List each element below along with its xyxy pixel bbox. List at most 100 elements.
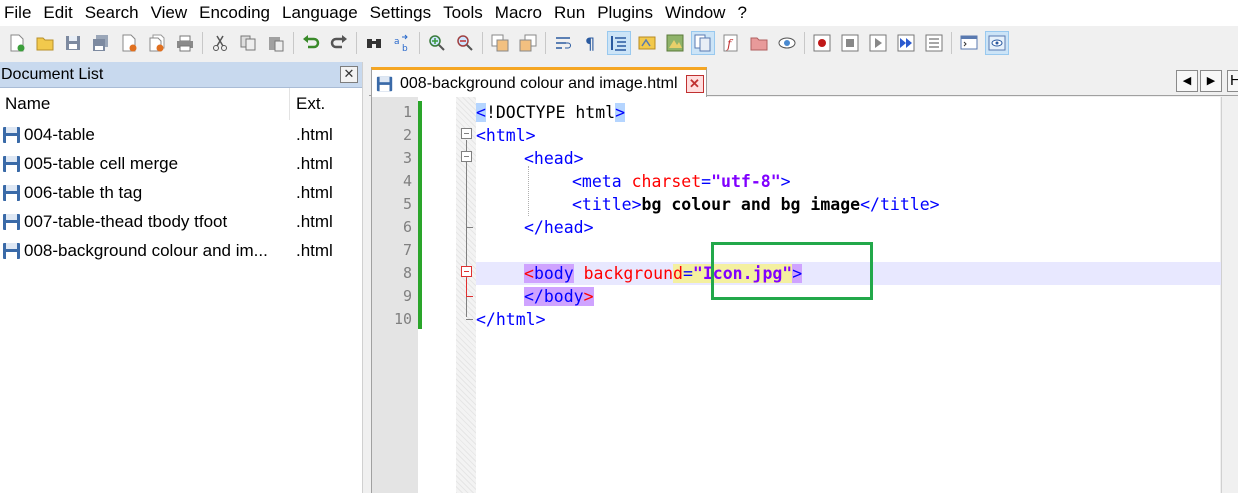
- toolbar-separator: [545, 32, 546, 54]
- document-name-cell: 008-background colour and im...: [0, 241, 290, 261]
- vertical-scrollbar[interactable]: [1221, 97, 1238, 493]
- menu-language[interactable]: Language: [276, 0, 364, 26]
- code-line-1: <!DOCTYPE html>: [476, 103, 626, 122]
- save-macro-icon[interactable]: [922, 31, 946, 55]
- fold-toggle-head[interactable]: [461, 151, 472, 162]
- find-icon[interactable]: [362, 31, 386, 55]
- line-number: 3: [402, 149, 412, 167]
- fold-end-marker: [466, 227, 473, 228]
- save-icon[interactable]: [61, 31, 85, 55]
- preview-icon[interactable]: [985, 31, 1009, 55]
- tab-active-file[interactable]: 008-background colour and image.html ✕: [371, 67, 707, 97]
- list-item[interactable]: 006-table th tag .html: [0, 178, 362, 207]
- svg-text:b: b: [402, 44, 408, 52]
- menu-plugins[interactable]: Plugins: [591, 0, 659, 26]
- line-number: 9: [402, 287, 412, 305]
- save-all-icon[interactable]: [89, 31, 113, 55]
- list-item[interactable]: 005-table cell merge .html: [0, 149, 362, 178]
- document-ext: .html: [296, 182, 333, 202]
- line-number: 10: [393, 310, 412, 328]
- menu-file[interactable]: File: [0, 0, 37, 26]
- close-all-icon[interactable]: [145, 31, 169, 55]
- code-line-6: </head>: [524, 218, 594, 237]
- toolbar: ab ¶ f: [0, 27, 1238, 59]
- menu-window[interactable]: Window: [659, 0, 731, 26]
- function-list-icon[interactable]: f: [719, 31, 743, 55]
- toolbar-separator: [804, 32, 805, 54]
- undo-icon[interactable]: [299, 31, 323, 55]
- close-panel-button[interactable]: ✕: [340, 66, 358, 83]
- list-item[interactable]: 008-background colour and im... .html: [0, 236, 362, 265]
- menu-help[interactable]: ?: [731, 0, 752, 26]
- replace-icon[interactable]: ab: [390, 31, 414, 55]
- print-icon[interactable]: [173, 31, 197, 55]
- document-name: 007-table-thead tbody tfoot: [24, 211, 228, 231]
- list-item[interactable]: 007-table-thead tbody tfoot .html: [0, 207, 362, 236]
- fold-end-marker: [466, 319, 473, 320]
- saved-file-icon: [3, 126, 20, 143]
- column-header-name[interactable]: Name: [0, 87, 290, 120]
- console-icon[interactable]: [957, 31, 981, 55]
- svg-text:a: a: [394, 37, 400, 47]
- code-line-5: <title>bg colour and bg image</title>: [572, 195, 940, 214]
- open-file-icon[interactable]: [33, 31, 57, 55]
- tab-scroll-right-button[interactable]: ▶: [1200, 70, 1222, 92]
- menu-macro[interactable]: Macro: [489, 0, 548, 26]
- column-header-ext[interactable]: Ext.: [290, 88, 325, 120]
- monitoring-icon[interactable]: [775, 31, 799, 55]
- close-icon[interactable]: [117, 31, 141, 55]
- change-history-bar: [418, 101, 422, 329]
- fold-toggle-html[interactable]: [461, 128, 472, 139]
- saved-file-icon: [376, 76, 393, 91]
- cut-icon[interactable]: [208, 31, 232, 55]
- toolbar-separator: [202, 32, 203, 54]
- zoom-out-icon[interactable]: [453, 31, 477, 55]
- tab-scroll-left-button[interactable]: ◀: [1176, 70, 1198, 92]
- document-name-cell: 004-table: [0, 125, 290, 145]
- menu-settings[interactable]: Settings: [364, 0, 437, 26]
- sync-horizontal-icon[interactable]: [516, 31, 540, 55]
- indent-guide-icon[interactable]: [607, 31, 631, 55]
- document-ext: .html: [296, 240, 333, 260]
- document-list-title: Document List: [1, 65, 104, 83]
- run-macro-multiple-icon[interactable]: [894, 31, 918, 55]
- line-number: 2: [402, 126, 412, 144]
- overflow-tab[interactable]: H: [1227, 70, 1238, 92]
- stop-record-icon[interactable]: [838, 31, 862, 55]
- svg-text:¶: ¶: [585, 34, 595, 52]
- line-number: 6: [402, 218, 412, 236]
- menu-encoding[interactable]: Encoding: [193, 0, 276, 26]
- saved-file-icon: [3, 213, 20, 230]
- fold-line: [466, 278, 467, 296]
- tab-close-button[interactable]: ✕: [685, 74, 704, 93]
- menu-tools[interactable]: Tools: [437, 0, 489, 26]
- menu-search[interactable]: Search: [79, 0, 145, 26]
- menu-run[interactable]: Run: [548, 0, 591, 26]
- show-all-chars-icon[interactable]: ¶: [579, 31, 603, 55]
- fold-toggle-body[interactable]: [461, 266, 472, 277]
- code-line-4: <meta charset="utf-8">: [572, 172, 791, 191]
- folder-as-workspace-icon[interactable]: [747, 31, 771, 55]
- document-map-icon[interactable]: [663, 31, 687, 55]
- menu-edit[interactable]: Edit: [37, 0, 78, 26]
- saved-file-icon: [3, 155, 20, 172]
- zoom-in-icon[interactable]: [425, 31, 449, 55]
- line-number: 8: [402, 264, 412, 282]
- document-name: 008-background colour and im...: [24, 240, 268, 260]
- document-list-header: Document List ✕: [0, 62, 362, 88]
- word-wrap-icon[interactable]: [551, 31, 575, 55]
- document-name-cell: 006-table th tag: [0, 183, 290, 203]
- redo-icon[interactable]: [327, 31, 351, 55]
- line-number: 5: [402, 195, 412, 213]
- sync-vertical-icon[interactable]: [488, 31, 512, 55]
- new-file-icon[interactable]: [5, 31, 29, 55]
- user-language-icon[interactable]: [635, 31, 659, 55]
- paste-icon[interactable]: [264, 31, 288, 55]
- list-item[interactable]: 004-table .html: [0, 120, 362, 149]
- fold-end-marker: [466, 296, 473, 297]
- document-list-icon[interactable]: [691, 31, 715, 55]
- playback-icon[interactable]: [866, 31, 890, 55]
- menu-view[interactable]: View: [145, 0, 194, 26]
- record-macro-icon[interactable]: [810, 31, 834, 55]
- copy-icon[interactable]: [236, 31, 260, 55]
